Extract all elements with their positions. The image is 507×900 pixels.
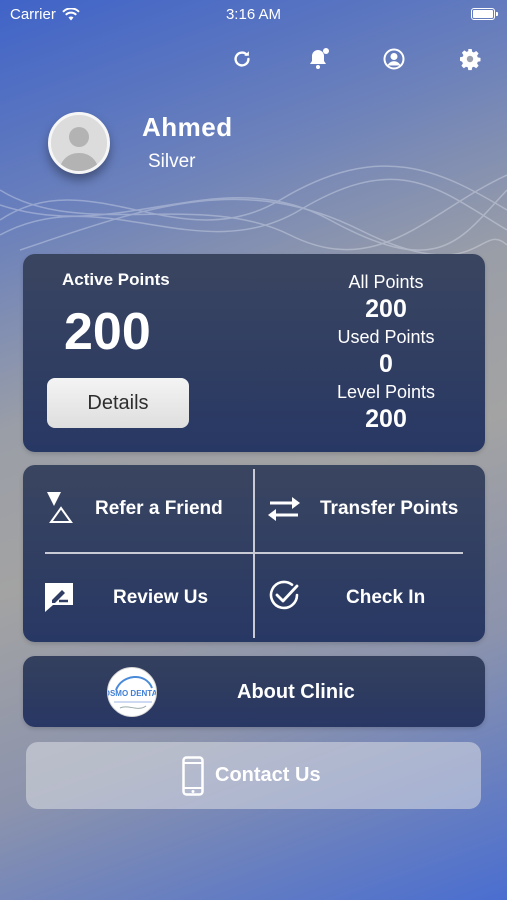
review-us-label: Review Us xyxy=(113,587,209,608)
battery-icon xyxy=(471,8,498,20)
refer-friend-label: Refer a Friend xyxy=(95,498,223,519)
bell-icon[interactable] xyxy=(305,46,331,72)
membership-level: Silver xyxy=(148,151,196,172)
all-points-label: All Points xyxy=(348,272,424,292)
profile-icon[interactable] xyxy=(381,46,407,72)
status-time: 3:16 AM xyxy=(225,6,282,23)
all-points-value: 200 xyxy=(365,295,407,323)
used-points-label: Used Points xyxy=(337,327,435,347)
check-circle-icon xyxy=(266,578,302,614)
clinic-logo: OSMO DENTAL xyxy=(107,667,157,717)
active-points-value: 200 xyxy=(64,303,151,361)
gear-icon[interactable] xyxy=(457,46,483,72)
review-icon xyxy=(41,579,77,615)
level-points-label: Level Points xyxy=(336,382,436,402)
clinic-logo-text: OSMO DENTAL xyxy=(108,689,157,698)
refer-friend-button[interactable]: Refer a Friend xyxy=(23,465,252,552)
used-points-value: 0 xyxy=(379,350,393,378)
contact-us-button[interactable]: Contact Us xyxy=(26,742,481,809)
phone-icon xyxy=(182,756,204,801)
points-stats: All Points 200 Used Points 0 Level Point… xyxy=(321,270,451,435)
review-us-button[interactable]: Review Us xyxy=(23,554,252,641)
transfer-points-button[interactable]: Transfer Points xyxy=(254,465,483,552)
details-button[interactable]: Details xyxy=(47,378,189,428)
level-points-value: 200 xyxy=(365,405,407,433)
avatar[interactable] xyxy=(48,112,110,174)
user-name: Ahmed xyxy=(142,112,233,142)
user-silhouette-icon xyxy=(51,115,107,171)
check-in-label: Check In xyxy=(346,587,426,608)
about-clinic-label: About Clinic xyxy=(237,681,355,703)
contact-us-label: Contact Us xyxy=(215,764,321,786)
refer-icon xyxy=(41,489,77,525)
about-clinic-button[interactable]: OSMO DENTAL About Clinic xyxy=(23,656,485,727)
active-points-label: Active Points xyxy=(62,270,170,289)
transfer-arrows-icon xyxy=(266,491,302,527)
actions-grid: Refer a Friend Transfer Points Review Us xyxy=(23,465,485,642)
refresh-icon[interactable] xyxy=(229,46,255,72)
status-bar: Carrier 3:16 AM xyxy=(0,0,507,28)
transfer-points-label: Transfer Points xyxy=(320,498,459,519)
points-card: Active Points 200 Details All Points 200… xyxy=(23,254,485,452)
top-toolbar xyxy=(229,46,483,72)
check-in-button[interactable]: Check In xyxy=(254,554,483,641)
